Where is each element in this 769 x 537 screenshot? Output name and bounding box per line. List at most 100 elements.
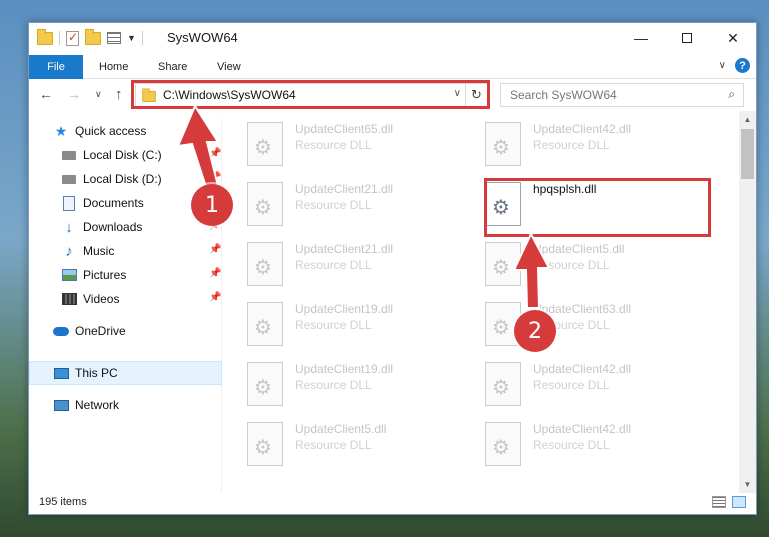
- file-list: UpdateClient65.dll Resource DLL UpdateCl…: [243, 118, 739, 493]
- tab-view[interactable]: View: [217, 55, 241, 79]
- navigation-pane: ★ Quick access Local Disk (C:) 📌 Local D…: [29, 118, 222, 493]
- sidebar-item-this-pc[interactable]: This PC: [53, 362, 118, 384]
- file-item[interactable]: UpdateClient5.dll Resource DLL: [481, 238, 701, 288]
- sidebar-item-downloads[interactable]: ↓ Downloads: [61, 216, 142, 238]
- sidebar-item-label: Quick access: [75, 124, 147, 138]
- up-button[interactable]: ↑: [115, 86, 123, 103]
- pin-icon[interactable]: 📌: [209, 268, 221, 279]
- music-icon: ♪: [65, 242, 73, 260]
- file-name: UpdateClient42.dll: [533, 422, 632, 436]
- help-icon[interactable]: ?: [735, 58, 750, 73]
- expand-ribbon-icon[interactable]: ∨: [719, 60, 726, 71]
- close-icon: ✕: [727, 29, 739, 46]
- download-icon: ↓: [65, 218, 73, 236]
- scroll-thumb[interactable]: [741, 129, 754, 179]
- tiles-view-icon[interactable]: [732, 496, 746, 508]
- file-name: UpdateClient19.dll: [295, 362, 394, 376]
- file-item[interactable]: UpdateClient21.dll Resource DLL: [243, 238, 463, 288]
- minimize-button[interactable]: —: [618, 23, 664, 53]
- sidebar-item-label: Downloads: [83, 220, 143, 234]
- dll-file-icon: [247, 242, 283, 286]
- sidebar-item-label: Network: [75, 398, 120, 412]
- file-item[interactable]: UpdateClient65.dll Resource DLL: [243, 118, 463, 168]
- dll-file-icon: [247, 302, 283, 346]
- file-description: Resource DLL: [295, 138, 372, 152]
- status-bar: 195 items: [29, 492, 756, 514]
- back-button[interactable]: ←: [39, 86, 53, 102]
- file-description: Resource DLL: [295, 378, 372, 392]
- tab-share[interactable]: Share: [158, 55, 187, 79]
- minimize-icon: —: [634, 30, 648, 46]
- step-1-badge: 1: [191, 184, 233, 226]
- file-item[interactable]: UpdateClient63.dll Resource DLL: [481, 298, 701, 348]
- tab-home[interactable]: Home: [99, 55, 128, 79]
- file-item[interactable]: UpdateClient42.dll Resource DLL: [481, 358, 701, 408]
- file-item[interactable]: UpdateClient5.dll Resource DLL: [243, 418, 463, 468]
- new-folder-icon[interactable]: [85, 28, 101, 45]
- ribbon-tabs: File Home Share View ∨ ?: [29, 53, 756, 79]
- file-description: Resource DLL: [295, 318, 372, 332]
- file-name: UpdateClient42.dll: [533, 362, 632, 376]
- sidebar-item-label: Music: [83, 244, 115, 258]
- file-item[interactable]: UpdateClient19.dll Resource DLL: [243, 298, 463, 348]
- file-description: Resource DLL: [533, 378, 610, 392]
- address-highlight-box: [131, 80, 490, 109]
- view-switcher: [712, 496, 746, 508]
- maximize-button[interactable]: [664, 23, 710, 53]
- sidebar-item-quick-access[interactable]: ★ Quick access: [53, 120, 147, 142]
- dll-file-icon: [485, 122, 521, 166]
- file-name: UpdateClient21.dll: [295, 242, 394, 256]
- file-highlight-box: [484, 178, 711, 237]
- sidebar-item-label: OneDrive: [75, 324, 126, 338]
- file-description: Resource DLL: [295, 258, 372, 272]
- sidebar-item-label: This PC: [75, 366, 118, 380]
- search-placeholder: Search SysWOW64: [510, 88, 617, 102]
- pin-icon[interactable]: 📌: [209, 292, 221, 303]
- window-title: SysWOW64: [167, 30, 238, 45]
- file-item[interactable]: UpdateClient19.dll Resource DLL: [243, 358, 463, 408]
- file-description: Resource DLL: [533, 258, 610, 272]
- scroll-up-icon[interactable]: ▲: [739, 111, 756, 128]
- file-item[interactable]: UpdateClient42.dll Resource DLL: [481, 418, 701, 468]
- videos-icon: [61, 291, 77, 307]
- sidebar-item-local-disk-d[interactable]: Local Disk (D:): [61, 168, 162, 190]
- dll-file-icon: [247, 362, 283, 406]
- sidebar-item-local-disk-c[interactable]: Local Disk (C:): [61, 144, 162, 166]
- sidebar-item-music[interactable]: ♪ Music: [61, 240, 114, 262]
- dll-file-icon: [485, 242, 521, 286]
- sidebar-item-videos[interactable]: Videos: [61, 288, 119, 310]
- documents-icon: [61, 195, 77, 211]
- tab-file[interactable]: File: [29, 55, 83, 79]
- file-item[interactable]: UpdateClient42.dll Resource DLL: [481, 118, 701, 168]
- customize-toolbar-icon[interactable]: ▼: [127, 33, 136, 43]
- pin-icon[interactable]: 📌: [209, 172, 221, 183]
- sidebar-item-pictures[interactable]: Pictures: [61, 264, 126, 286]
- sidebar-item-documents[interactable]: Documents: [61, 192, 144, 214]
- item-count: 195 items: [39, 496, 87, 508]
- pin-icon[interactable]: 📌: [209, 148, 221, 159]
- view-options-icon[interactable]: [107, 32, 121, 44]
- file-item[interactable]: UpdateClient21.dll Resource DLL: [243, 178, 463, 228]
- file-name: UpdateClient42.dll: [533, 122, 632, 136]
- forward-button[interactable]: →: [67, 86, 81, 102]
- navigation-bar: ← → ∨ ↑ C:\Windows\SysWOW64 ∨ ↻ Search S…: [29, 80, 756, 110]
- quick-access-toolbar: ▼: [37, 28, 143, 47]
- sidebar-item-label: Local Disk (D:): [83, 172, 162, 186]
- search-icon[interactable]: ⌕: [728, 87, 735, 102]
- sidebar-item-onedrive[interactable]: OneDrive: [53, 320, 126, 342]
- file-description: Resource DLL: [295, 438, 372, 452]
- properties-icon[interactable]: [66, 30, 79, 46]
- title-bar: ▼ SysWOW64 — ✕: [29, 23, 756, 53]
- recent-locations-icon[interactable]: ∨: [95, 89, 102, 100]
- scroll-down-icon[interactable]: ▼: [739, 476, 756, 493]
- folder-icon: [37, 28, 53, 45]
- vertical-scrollbar[interactable]: ▲ ▼: [739, 111, 756, 493]
- close-button[interactable]: ✕: [710, 23, 756, 53]
- details-view-icon[interactable]: [712, 496, 726, 508]
- sidebar-item-network[interactable]: Network: [53, 394, 119, 416]
- network-icon: [53, 397, 69, 413]
- dll-file-icon: [485, 362, 521, 406]
- search-input[interactable]: Search SysWOW64 ⌕: [500, 83, 744, 107]
- pin-icon[interactable]: 📌: [209, 244, 221, 255]
- pictures-icon: [61, 267, 77, 283]
